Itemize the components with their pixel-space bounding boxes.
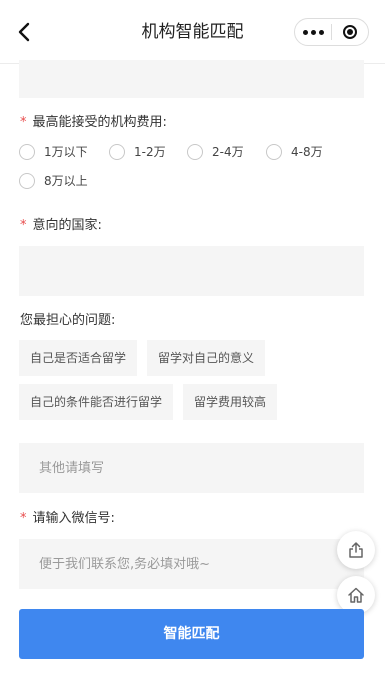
- mini-program-capsule: [294, 18, 369, 46]
- fee-option-2[interactable]: 1-2万: [109, 143, 166, 160]
- fee-label-text: 最高能接受的机构费用:: [32, 115, 167, 130]
- radio-circle: [109, 143, 125, 160]
- wechat-input[interactable]: [19, 539, 364, 589]
- required-mark: *: [20, 511, 27, 526]
- fee-option-label: 2-4万: [212, 145, 244, 159]
- radio-circle: [187, 143, 203, 160]
- required-mark: *: [20, 115, 27, 130]
- other-concern-input[interactable]: [19, 443, 364, 493]
- home-icon: [348, 587, 364, 603]
- more-button[interactable]: [295, 19, 331, 45]
- wechat-label-text: 请输入微信号:: [32, 511, 115, 526]
- country-label: * 意向的国家:: [20, 217, 102, 235]
- fee-option-label: 4-8万: [291, 145, 323, 159]
- target-circle-icon: [343, 25, 357, 39]
- concern-tag[interactable]: 自己是否适合留学: [19, 340, 137, 376]
- fee-option-4[interactable]: 4-8万: [266, 143, 323, 160]
- concern-tag[interactable]: 留学对自己的意义: [147, 340, 265, 376]
- fee-option-3[interactable]: 2-4万: [187, 143, 244, 160]
- fee-option-label: 8万以上: [44, 174, 88, 188]
- fee-option-5[interactable]: 8万以上: [19, 172, 88, 189]
- wechat-label: * 请输入微信号:: [20, 510, 115, 528]
- concern-label: 您最担心的问题:: [20, 313, 116, 328]
- more-dots-icon: [302, 29, 324, 35]
- concern-tag[interactable]: 自己的条件能否进行留学: [19, 384, 173, 420]
- smart-match-button[interactable]: 智能匹配: [19, 609, 364, 659]
- fee-label: * 最高能接受的机构费用:: [20, 114, 167, 132]
- country-field[interactable]: [19, 246, 364, 296]
- required-mark: *: [20, 218, 27, 233]
- close-button[interactable]: [332, 19, 368, 45]
- previous-field[interactable]: [19, 60, 364, 98]
- country-label-text: 意向的国家:: [32, 218, 102, 233]
- radio-circle: [19, 143, 35, 160]
- share-icon: [349, 542, 363, 558]
- fee-option-label: 1-2万: [134, 145, 166, 159]
- fee-option-1[interactable]: 1万以下: [19, 143, 88, 160]
- radio-circle: [266, 143, 282, 160]
- radio-circle: [19, 172, 35, 189]
- fee-option-label: 1万以下: [44, 145, 88, 159]
- concern-tag[interactable]: 留学费用较高: [183, 384, 277, 420]
- nav-bar: 机构智能匹配: [0, 0, 385, 64]
- share-button[interactable]: [337, 531, 375, 569]
